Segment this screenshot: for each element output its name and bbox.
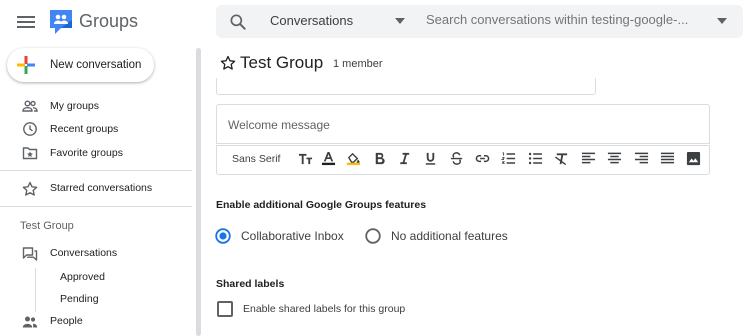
text-size-icon[interactable] <box>298 151 313 166</box>
option-no-additional-features[interactable]: No additional features <box>391 229 508 243</box>
strikethrough-icon[interactable] <box>449 151 464 166</box>
search-icon <box>230 14 246 30</box>
image-icon[interactable] <box>686 151 701 166</box>
member-count: 1 member <box>333 58 383 70</box>
sidebar-item-people[interactable]: People <box>50 315 83 327</box>
caret-down-icon <box>717 18 727 24</box>
radio-collaborative-inbox[interactable] <box>215 228 231 244</box>
align-center-icon[interactable] <box>607 151 622 166</box>
shared-labels-heading: Shared labels <box>216 278 285 290</box>
favorite-group-button[interactable] <box>220 55 236 71</box>
align-right-icon[interactable] <box>634 151 649 166</box>
star-outline-icon <box>220 55 236 70</box>
new-conversation-label: New conversation <box>50 59 142 71</box>
radio-no-additional-features[interactable] <box>365 228 381 244</box>
caret-down-icon <box>395 18 405 24</box>
groups-logo-icon <box>50 10 72 34</box>
underline-icon[interactable] <box>423 151 438 166</box>
search-options-button[interactable] <box>717 18 727 24</box>
sidebar-divider <box>0 170 192 171</box>
welcome-message-placeholder: Welcome message <box>228 118 330 132</box>
bold-icon[interactable] <box>372 151 387 166</box>
option-collaborative-inbox[interactable]: Collaborative Inbox <box>241 229 344 243</box>
font-family-select[interactable]: Sans Serif <box>232 153 280 165</box>
shared-labels-checkbox-label[interactable]: Enable shared labels for this group <box>243 303 405 315</box>
highlight-icon[interactable] <box>346 151 361 166</box>
people-outline-icon <box>22 98 38 114</box>
align-left-icon[interactable] <box>581 151 596 166</box>
sidebar-item-favorite-groups[interactable]: Favorite groups <box>50 147 123 159</box>
sidebar-scrollbar[interactable] <box>196 48 201 336</box>
sidebar-group-title[interactable]: Test Group <box>20 220 74 232</box>
italic-icon[interactable] <box>397 151 412 166</box>
shared-labels-checkbox[interactable] <box>217 301 233 317</box>
sidebar-item-my-groups[interactable]: My groups <box>50 100 99 112</box>
hamburger-icon <box>17 16 35 28</box>
sidebar-item-conversations[interactable]: Conversations <box>50 247 117 259</box>
page-title: Test Group <box>240 53 324 72</box>
sidebar-item-starred-conversations[interactable]: Starred conversations <box>50 182 152 194</box>
clock-icon <box>22 121 38 137</box>
star-outline-icon <box>22 181 38 197</box>
search-button[interactable] <box>228 12 248 32</box>
groups-logo <box>49 8 73 36</box>
previous-field[interactable] <box>216 78 596 95</box>
plus-icon <box>16 55 36 75</box>
sidebar-item-approved[interactable]: Approved <box>60 271 105 283</box>
bulleted-list-icon[interactable] <box>528 151 543 166</box>
main-menu-button[interactable] <box>14 10 38 34</box>
justify-icon[interactable] <box>660 151 675 166</box>
numbered-list-icon[interactable] <box>501 151 516 166</box>
sidebar-item-recent-groups[interactable]: Recent groups <box>50 123 118 135</box>
text-color-icon[interactable] <box>321 151 336 166</box>
sidebar-divider <box>0 206 192 207</box>
search-input[interactable] <box>426 12 696 27</box>
sidebar-item-pending[interactable]: Pending <box>60 293 99 305</box>
forum-icon <box>22 246 38 262</box>
people-icon <box>22 314 38 330</box>
clear-format-icon[interactable] <box>554 151 569 166</box>
tree-line <box>35 268 36 312</box>
search-scope-dropdown[interactable] <box>395 18 405 24</box>
app-title: Groups <box>79 11 139 31</box>
features-heading: Enable additional Google Groups features <box>216 199 427 211</box>
folder-star-icon <box>22 145 38 161</box>
link-icon[interactable] <box>475 151 490 166</box>
search-scope-select[interactable]: Conversations <box>270 13 353 28</box>
